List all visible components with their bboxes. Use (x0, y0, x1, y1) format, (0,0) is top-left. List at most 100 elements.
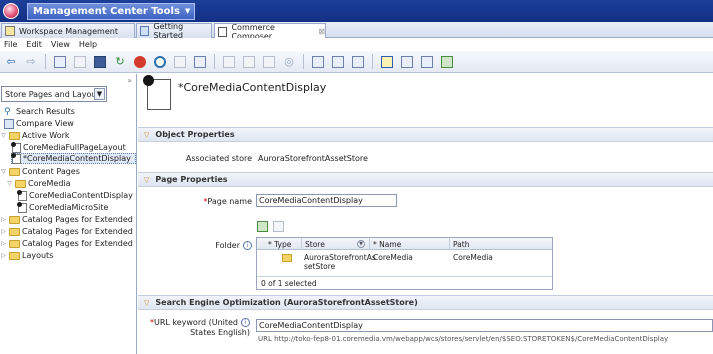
toolbar-divider (372, 54, 373, 69)
collapse-icon[interactable]: ▷ (0, 252, 7, 259)
open-icon[interactable] (72, 54, 88, 70)
getting-started-icon (140, 26, 150, 36)
section-title: Search Engine Optimization (AuroraStoref… (155, 298, 418, 307)
tree-item-compare-view[interactable]: Compare View (4, 118, 74, 129)
tab-label: Workspace Management (19, 26, 118, 36)
forward-icon[interactable]: ⇨ (23, 54, 39, 70)
page-properties-section[interactable]: ▽ Page Properties (138, 172, 713, 187)
tree-item-label: Search Results (16, 107, 75, 116)
tree-item-label: Catalog Pages for Extended S (22, 215, 137, 224)
tree-item-content-pages[interactable]: ▽ Content Pages (0, 166, 80, 177)
tab-workspace-management[interactable]: Workspace Management (1, 23, 135, 38)
tab-getting-started[interactable]: Getting Started (136, 22, 212, 40)
info-icon[interactable]: i (241, 318, 250, 327)
folder-icon (9, 167, 20, 176)
workspace-icon (5, 26, 15, 36)
menu-file[interactable]: File (4, 40, 17, 49)
folder-icon (9, 251, 20, 260)
split-icon[interactable] (399, 54, 415, 70)
refresh-icon[interactable]: ↻ (112, 54, 128, 70)
expand-icon[interactable]: ▽ (0, 132, 7, 139)
menu-view[interactable]: View (51, 40, 70, 49)
remove-folder-icon[interactable] (273, 221, 284, 232)
tree-item-coremedia[interactable]: ▽ CoreMedia (6, 178, 71, 189)
columns-icon[interactable] (330, 54, 346, 70)
toolbar-divider (303, 54, 304, 69)
collapse-section-icon[interactable]: ▽ (144, 131, 149, 139)
minimize-panel-icon[interactable]: » (127, 76, 132, 85)
paste-icon[interactable] (192, 54, 208, 70)
preview-icon[interactable] (221, 54, 237, 70)
tree-item-catalog-pages-3[interactable]: ▷ Catalog Pages for Extended S (0, 238, 137, 249)
tree-item-label: CoreMedia (28, 179, 71, 188)
collapse-section-icon[interactable]: ▽ (144, 299, 149, 307)
store-cell: AuroraStorefrontAs setStore (304, 253, 376, 271)
collapse-section-icon[interactable]: ▽ (144, 176, 149, 184)
store-cell-line1: AuroraStorefrontAs (304, 253, 376, 262)
view-selector[interactable]: Store Pages and Layouts ▼ (1, 86, 107, 102)
tree-item-coremedia-fullpage-layout[interactable]: CoreMediaFullPageLayout (11, 141, 126, 153)
grid-icon[interactable] (350, 54, 366, 70)
compare-icon[interactable] (261, 54, 277, 70)
column-header-type[interactable]: * Type (265, 238, 303, 250)
folder-icon (9, 215, 20, 224)
properties-panel: *CoreMediaContentDisplay ▽ Object Proper… (138, 74, 713, 354)
tree-item-label: Catalog Pages for Extended S (22, 239, 137, 248)
object-properties-section[interactable]: ▽ Object Properties (138, 127, 713, 142)
folder-label: Folder i (138, 241, 252, 250)
page-layout-icon (11, 152, 21, 164)
tree-item-catalog-pages-2[interactable]: ▷ Catalog Pages for Extended S (0, 226, 137, 237)
column-header-name[interactable]: * Name (370, 238, 450, 250)
calendar-icon[interactable] (241, 54, 257, 70)
management-center-tools-menu[interactable]: Management Center Tools ▼ (27, 2, 196, 20)
find-icon[interactable] (152, 54, 168, 70)
tree-item-coremedia-content-display-active[interactable]: *CoreMediaContentDisplay (11, 152, 136, 164)
tree-item-label: Catalog Pages for Extended S (22, 227, 137, 236)
menu-bar: File Edit View Help (0, 38, 713, 51)
save-icon[interactable] (92, 54, 108, 70)
page-name-label: *Page name (138, 197, 252, 206)
toolbar: ⇦ ⇨ ↻ ◎ (0, 51, 713, 73)
tree-item-search-results[interactable]: ⚲ Search Results (4, 106, 75, 117)
url-keyword-input[interactable]: CoreMediaContentDisplay (256, 319, 713, 332)
url-keyword-label: *URL keyword (United i States English) (138, 318, 250, 338)
folder-icon (9, 239, 20, 248)
back-icon[interactable]: ⇦ (3, 54, 19, 70)
collapse-icon[interactable]: ▷ (0, 228, 7, 235)
page-layout-icon (11, 141, 21, 153)
chevron-down-icon: ▼ (184, 7, 191, 15)
sort-icon[interactable]: ▼ (357, 240, 365, 248)
tree-item-label: Layouts (22, 251, 54, 260)
tree-item-layouts[interactable]: ▷ Layouts (0, 250, 53, 261)
folder-icon (9, 227, 20, 236)
window-icon[interactable] (419, 54, 435, 70)
chevron-down-icon[interactable]: ▼ (94, 88, 105, 100)
seo-section[interactable]: ▽ Search Engine Optimization (AuroraStor… (138, 295, 713, 310)
add-folder-icon[interactable] (257, 221, 268, 232)
collapse-icon[interactable]: ▷ (0, 216, 7, 223)
tree-item-active-work[interactable]: ▽ Active Work (0, 130, 69, 141)
layout-icon[interactable] (310, 54, 326, 70)
menu-edit[interactable]: Edit (26, 40, 42, 49)
expand-icon[interactable]: ▽ (0, 168, 7, 175)
tree-item-coremedia-content-display[interactable]: CoreMediaContentDisplay (17, 189, 133, 201)
expand-icon[interactable]: ▽ (6, 180, 13, 187)
page-name-input[interactable]: CoreMediaContentDisplay (256, 194, 397, 207)
tree-item-label: CoreMediaMicroSite (29, 203, 109, 212)
info-icon[interactable]: i (243, 241, 252, 250)
binoculars-icon[interactable]: ◎ (281, 54, 297, 70)
tree-item-catalog-pages-1[interactable]: ▷ Catalog Pages for Extended S (0, 214, 137, 225)
close-tab-icon[interactable]: ⊠ (318, 27, 325, 36)
new-icon[interactable] (52, 54, 68, 70)
column-header-path[interactable]: Path (450, 238, 550, 250)
folder-icon (282, 254, 292, 262)
tab-commerce-composer[interactable]: Commerce Composer ⊠ (214, 23, 326, 41)
tree-item-coremedia-microsite[interactable]: CoreMediaMicroSite (17, 201, 109, 213)
section-title: Object Properties (155, 130, 235, 139)
collapse-icon[interactable]: ▷ (0, 240, 7, 247)
panel-icon[interactable] (379, 54, 395, 70)
copy-icon[interactable] (172, 54, 188, 70)
menu-help[interactable]: Help (79, 40, 97, 49)
tile-icon[interactable] (439, 54, 455, 70)
stop-icon[interactable] (132, 54, 148, 70)
